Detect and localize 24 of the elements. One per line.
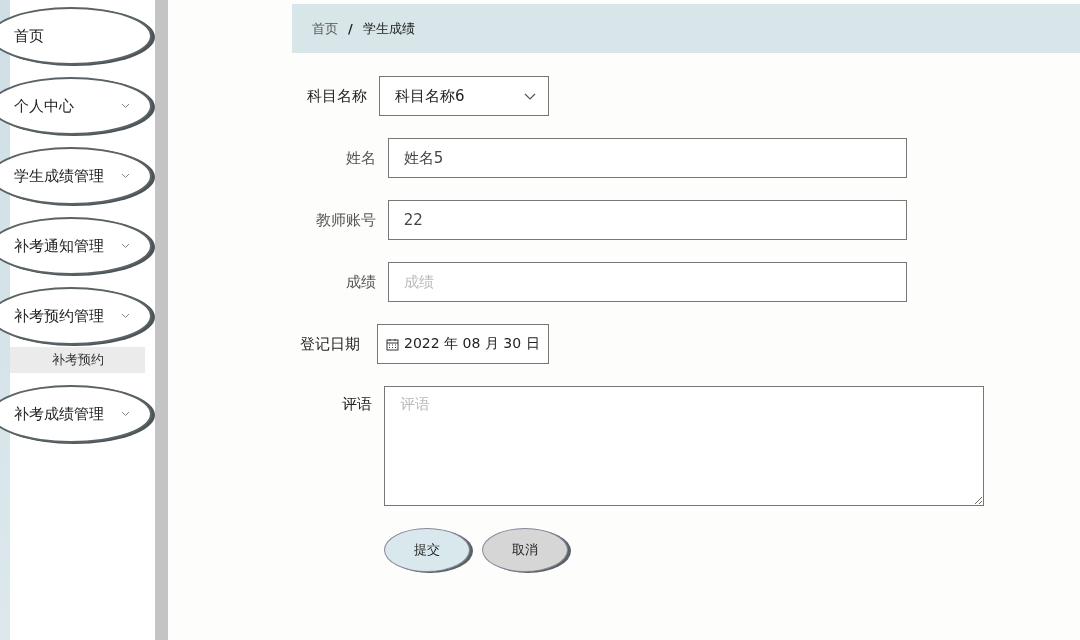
date-field[interactable]: 2022 年 08 月 30 日 xyxy=(377,324,549,364)
menu-item[interactable]: 补考成绩管理 xyxy=(0,385,152,443)
field-label: 登记日期 xyxy=(300,334,360,355)
menu-item[interactable]: 学生成绩管理 xyxy=(0,147,152,205)
menu-item[interactable]: 个人中心 xyxy=(0,77,152,135)
menu-item[interactable]: 补考通知管理 xyxy=(0,217,152,275)
breadcrumb-link[interactable]: 学生成绩 xyxy=(362,19,415,38)
field-label: 姓名 xyxy=(344,148,376,169)
input-field[interactable]: 姓名5 xyxy=(387,138,907,178)
select-field[interactable]: 科目名称6 xyxy=(379,76,549,116)
menu-item[interactable]: 补考预约管理 xyxy=(0,287,152,345)
comment-field[interactable]: 评语 xyxy=(384,386,984,506)
field-label: 教师账号 xyxy=(314,210,376,231)
input-field[interactable]: 成绩 xyxy=(387,262,907,302)
submenu-item[interactable]: 补考预约 xyxy=(10,347,145,373)
field-label: 成绩 xyxy=(344,272,376,293)
field-label: 科目名称 xyxy=(307,86,367,107)
submit-button[interactable]: 提交 xyxy=(384,528,470,572)
breadcrumb-separator: / xyxy=(348,21,353,36)
cancel-button[interactable]: 取消 xyxy=(482,528,568,572)
input-field[interactable]: 22 xyxy=(387,200,907,240)
field-label: 评语 xyxy=(341,394,372,415)
breadcrumb-link[interactable]: 首页 xyxy=(312,19,338,38)
menu-item[interactable]: 首页 xyxy=(0,7,152,65)
